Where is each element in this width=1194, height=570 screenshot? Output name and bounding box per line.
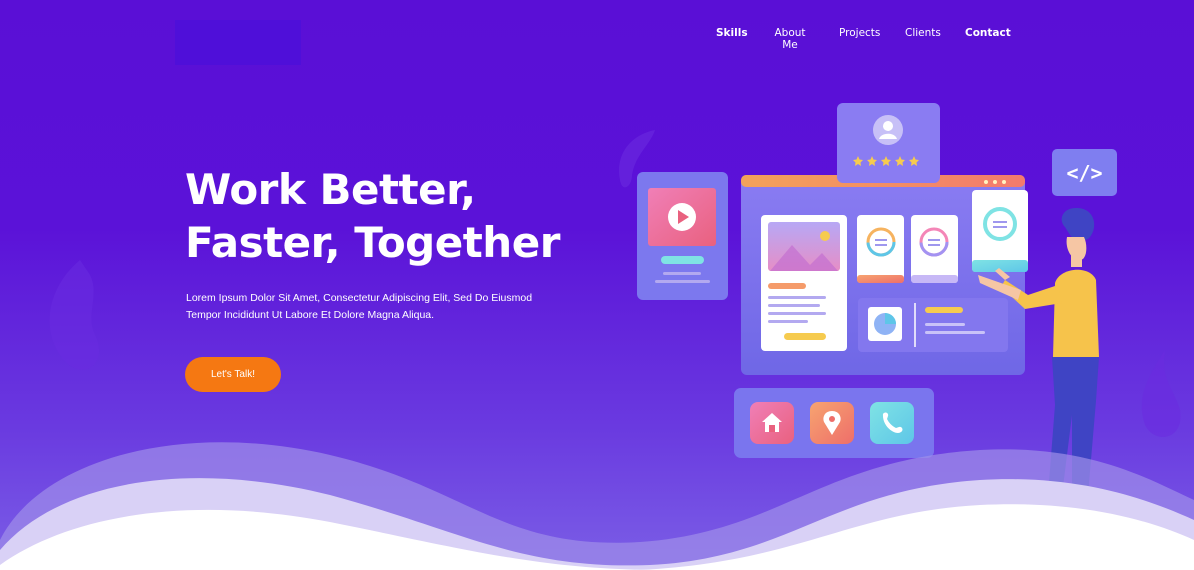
video-card — [637, 172, 728, 300]
description-line-2: Tempor Incididunt Ut Labore Et Dolore Ma… — [186, 309, 435, 321]
nav-clients[interactable]: Clients — [905, 27, 941, 51]
floating-card-right — [972, 190, 1028, 272]
code-icon: </> — [1066, 161, 1102, 185]
code-card: </> — [1052, 149, 1117, 196]
headline-line-2: Faster, Together — [185, 218, 560, 267]
hero-headline: Work Better, Faster, Together — [185, 163, 615, 269]
headline-line-1: Work Better, — [185, 165, 476, 214]
lets-talk-button[interactable]: Let's Talk! — [185, 357, 281, 392]
hero-section: Skills About Me Projects Clients Contact… — [0, 0, 1194, 570]
nav-contact[interactable]: Contact — [965, 27, 1011, 51]
profile-rating-card — [837, 103, 940, 183]
bottom-wave — [0, 442, 1194, 570]
nav-about-me[interactable]: About Me — [766, 27, 814, 51]
logo-placeholder[interactable] — [175, 20, 301, 65]
nav-skills[interactable]: Skills — [716, 27, 748, 51]
description-line-1: Lorem Ipsum Dolor Sit Amet, Consectetur … — [186, 292, 533, 304]
background-blob-left — [49, 260, 100, 370]
hero-description: Lorem Ipsum Dolor Sit Amet, Consectetur … — [186, 290, 586, 324]
nav-projects[interactable]: Projects — [839, 27, 880, 51]
main-nav: Skills About Me Projects Clients Contact — [716, 27, 1011, 51]
